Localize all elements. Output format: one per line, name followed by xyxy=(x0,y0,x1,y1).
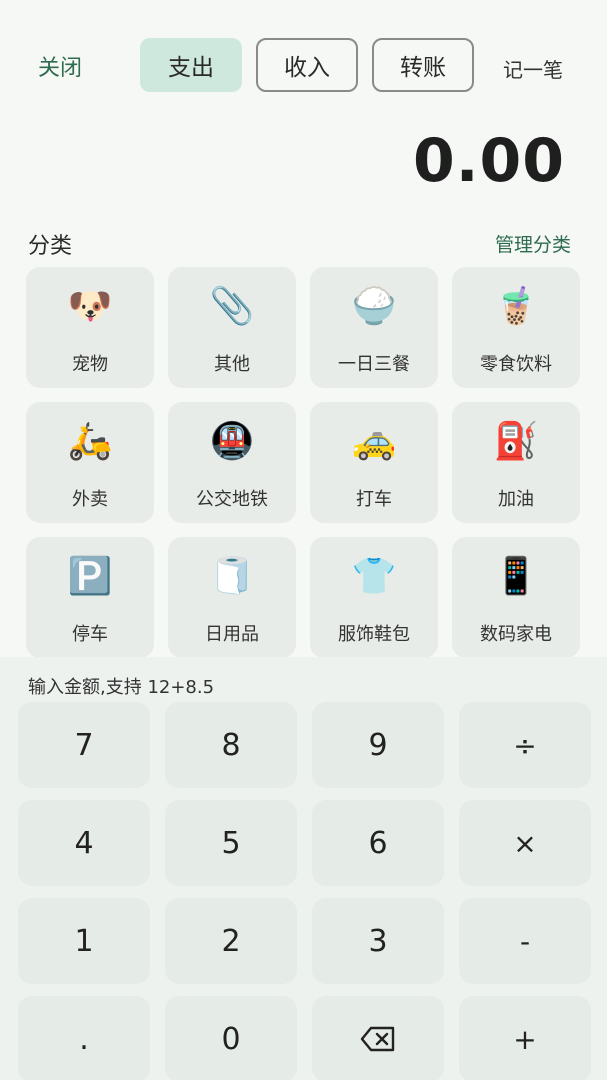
close-button[interactable]: 关闭 xyxy=(38,50,82,82)
category-grid: 🐶 宠物 📎 其他 🍚 一日三餐 🧋 零食饮料 🛵 外卖 🚇 公交地铁 🚕 打车 xyxy=(26,267,580,658)
key-plus[interactable]: + xyxy=(459,996,591,1080)
tab-income[interactable]: 收入 xyxy=(256,38,358,92)
key-minus[interactable]: - xyxy=(459,898,591,984)
backspace-icon xyxy=(360,1026,395,1052)
category-label: 零食饮料 xyxy=(480,354,552,375)
category-label: 服饰鞋包 xyxy=(338,624,410,645)
category-takeout[interactable]: 🛵 外卖 xyxy=(26,402,154,523)
category-meals[interactable]: 🍚 一日三餐 xyxy=(310,267,438,388)
taxi-icon: 🚕 xyxy=(351,421,397,462)
key-3[interactable]: 3 xyxy=(312,898,444,984)
category-label: 数码家电 xyxy=(480,624,552,645)
category-apparel[interactable]: 👕 服饰鞋包 xyxy=(310,537,438,658)
key-4[interactable]: 4 xyxy=(18,800,150,886)
key-6[interactable]: 6 xyxy=(312,800,444,886)
phone-icon: 📱 xyxy=(493,556,539,597)
key-divide[interactable]: ÷ xyxy=(459,702,591,788)
scooter-icon: 🛵 xyxy=(67,421,113,462)
key-5[interactable]: 5 xyxy=(165,800,297,886)
amount-input-hint: 输入金额,支持 12+8.5 xyxy=(28,677,215,698)
toilet-paper-icon: 🧻 xyxy=(209,556,255,597)
keypad: 输入金额,支持 12+8.5 7 8 9 ÷ 4 5 6 × 1 2 3 - .… xyxy=(0,657,607,1080)
category-daily-goods[interactable]: 🧻 日用品 xyxy=(168,537,296,658)
category-label: 加油 xyxy=(498,489,534,510)
category-fuel[interactable]: ⛽ 加油 xyxy=(452,402,580,523)
category-label: 打车 xyxy=(356,489,392,510)
parking-icon: 🅿️ xyxy=(67,556,113,597)
category-label: 日用品 xyxy=(205,624,259,645)
add-note-button[interactable]: 记一笔 xyxy=(503,54,563,83)
tshirt-icon: 👕 xyxy=(351,556,397,597)
backspace-key[interactable] xyxy=(312,996,444,1080)
rice-bowl-icon: 🍚 xyxy=(351,286,397,327)
manage-categories-link[interactable]: 管理分类 xyxy=(495,230,571,257)
category-label: 停车 xyxy=(72,624,108,645)
key-8[interactable]: 8 xyxy=(165,702,297,788)
category-electronics[interactable]: 📱 数码家电 xyxy=(452,537,580,658)
fuel-pump-icon: ⛽ xyxy=(493,421,539,462)
category-transit[interactable]: 🚇 公交地铁 xyxy=(168,402,296,523)
category-parking[interactable]: 🅿️ 停车 xyxy=(26,537,154,658)
key-decimal[interactable]: . xyxy=(18,996,150,1080)
category-label: 外卖 xyxy=(72,489,108,510)
bubble-tea-icon: 🧋 xyxy=(493,286,539,327)
add-record-screen: 关闭 支出 收入 转账 记一笔 0.00 分类 管理分类 🐶 宠物 📎 其他 🍚… xyxy=(0,0,607,1080)
paperclip-icon: 📎 xyxy=(209,286,255,327)
category-label: 宠物 xyxy=(72,354,108,375)
dog-icon: 🐶 xyxy=(67,286,113,327)
key-0[interactable]: 0 xyxy=(165,996,297,1080)
keypad-grid: 7 8 9 ÷ 4 5 6 × 1 2 3 - . 0 + xyxy=(18,702,591,1080)
category-taxi[interactable]: 🚕 打车 xyxy=(310,402,438,523)
key-2[interactable]: 2 xyxy=(165,898,297,984)
metro-icon: 🚇 xyxy=(209,421,255,462)
category-label: 公交地铁 xyxy=(196,489,268,510)
amount-display: 0.00 xyxy=(412,126,565,196)
category-section-title: 分类 xyxy=(28,234,73,259)
category-label: 其他 xyxy=(214,354,250,375)
category-snacks-drinks[interactable]: 🧋 零食饮料 xyxy=(452,267,580,388)
key-7[interactable]: 7 xyxy=(18,702,150,788)
category-pet[interactable]: 🐶 宠物 xyxy=(26,267,154,388)
category-label: 一日三餐 xyxy=(338,354,410,375)
key-9[interactable]: 9 xyxy=(312,702,444,788)
key-1[interactable]: 1 xyxy=(18,898,150,984)
category-other[interactable]: 📎 其他 xyxy=(168,267,296,388)
tab-transfer[interactable]: 转账 xyxy=(372,38,474,92)
key-multiply[interactable]: × xyxy=(459,800,591,886)
header: 关闭 支出 收入 转账 记一笔 xyxy=(0,0,607,130)
tab-expense[interactable]: 支出 xyxy=(140,38,242,92)
